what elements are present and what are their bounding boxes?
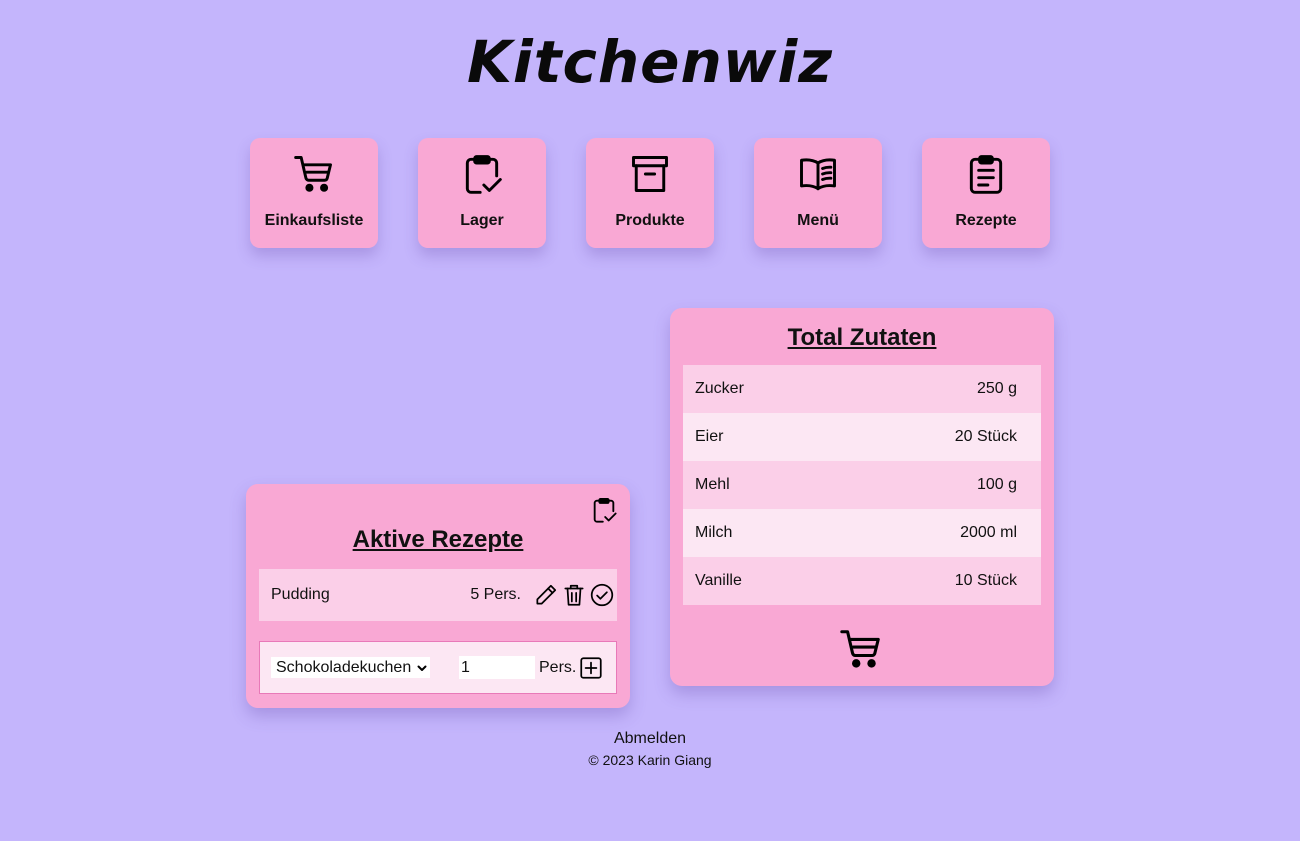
list-item: Pudding 5 Pers. bbox=[259, 569, 617, 621]
nav-label: Menü bbox=[797, 212, 839, 229]
main-navigation: Einkaufsliste Lager Produkte Menü Rezept… bbox=[250, 138, 1050, 248]
ingredients-table: Zucker 250 g Eier 20 Stück Mehl 100 g Mi… bbox=[683, 365, 1041, 605]
ingredient-amount: 2000 ml bbox=[960, 524, 1017, 541]
open-book-icon bbox=[800, 158, 836, 191]
table-row: Milch 2000 ml bbox=[683, 509, 1041, 557]
ingredient-name: Mehl bbox=[695, 476, 730, 493]
nav-item-rezepte[interactable]: Rezepte bbox=[922, 138, 1050, 248]
shopping-cart-icon bbox=[294, 156, 332, 192]
nav-item-einkaufsliste[interactable]: Einkaufsliste bbox=[250, 138, 378, 248]
logout-link[interactable]: Abmelden bbox=[0, 730, 1300, 748]
ingredient-amount: 250 g bbox=[976, 380, 1017, 397]
table-row: Vanille 10 Stück bbox=[683, 557, 1041, 605]
recipe-select-value: Schokoladekuchen bbox=[276, 658, 412, 676]
nav-label: Rezepte bbox=[955, 212, 1017, 229]
check-circle-icon[interactable] bbox=[589, 582, 615, 608]
recipe-name: Pudding bbox=[271, 586, 330, 603]
recipe-select[interactable]: Schokoladekuchen bbox=[271, 657, 430, 678]
table-row: Eier 20 Stück bbox=[683, 413, 1041, 461]
nav-label: Produkte bbox=[615, 212, 685, 229]
ingredient-amount: 20 Stück bbox=[954, 428, 1017, 445]
persons-label: Pers. bbox=[539, 658, 577, 676]
table-row: Zucker 250 g bbox=[683, 365, 1041, 413]
ingredient-amount: 10 Stück bbox=[954, 572, 1017, 589]
trash-icon[interactable] bbox=[561, 582, 587, 608]
ingredient-name: Milch bbox=[695, 524, 733, 541]
total-ingredients-title: Total Zutaten bbox=[787, 324, 937, 351]
chevron-down-icon bbox=[417, 665, 427, 671]
footer: Abmelden © 2023 Karin Giang bbox=[0, 730, 1300, 768]
active-recipes-card: Aktive Rezepte Pudding 5 Pers. Schokolad… bbox=[246, 484, 630, 708]
plus-square-icon[interactable] bbox=[578, 655, 604, 681]
add-recipe-form: Schokoladekuchen Pers. bbox=[259, 641, 617, 694]
table-row: Mehl 100 g bbox=[683, 461, 1041, 509]
clipboard-list-icon bbox=[969, 155, 1003, 194]
recipe-persons: 5 Pers. bbox=[470, 586, 521, 603]
nav-item-lager[interactable]: Lager bbox=[418, 138, 546, 248]
ingredient-amount: 100 g bbox=[976, 476, 1017, 493]
shopping-cart-icon[interactable] bbox=[838, 626, 884, 672]
pencil-icon[interactable] bbox=[533, 582, 559, 608]
nav-item-produkte[interactable]: Produkte bbox=[586, 138, 714, 248]
persons-quantity-input[interactable] bbox=[459, 656, 535, 679]
ingredient-name: Vanille bbox=[695, 572, 742, 589]
ingredient-name: Zucker bbox=[695, 380, 744, 397]
active-recipes-title: Aktive Rezepte bbox=[352, 526, 524, 553]
total-ingredients-card: Total Zutaten Zucker 250 g Eier 20 Stück… bbox=[670, 308, 1054, 686]
clipboard-check-icon bbox=[465, 155, 502, 194]
archive-box-icon bbox=[632, 156, 668, 192]
ingredient-name: Eier bbox=[695, 428, 724, 445]
clipboard-check-icon[interactable] bbox=[590, 496, 618, 524]
nav-item-menue[interactable]: Menü bbox=[754, 138, 882, 248]
app-logo: Kitchenwiz bbox=[466, 28, 834, 96]
nav-label: Einkaufsliste bbox=[264, 212, 364, 229]
copyright-text: © 2023 Karin Giang bbox=[588, 752, 712, 768]
nav-label: Lager bbox=[460, 212, 504, 229]
